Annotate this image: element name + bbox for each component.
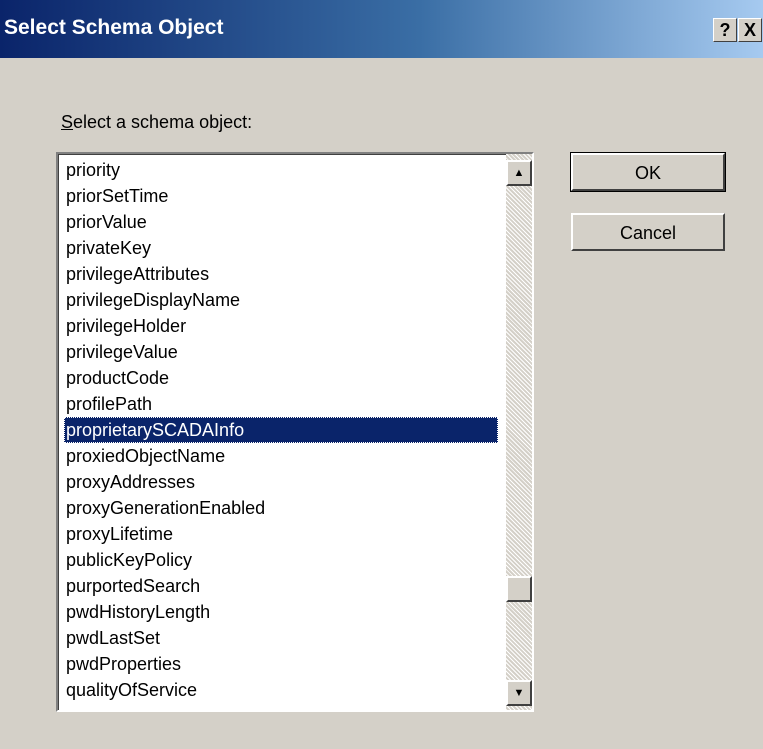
ok-button[interactable]: OK — [570, 152, 726, 192]
select-schema-label: Select a schema object: — [61, 112, 252, 133]
scroll-up-button[interactable]: ▲ — [506, 160, 532, 186]
list-item[interactable]: productCode — [64, 365, 498, 391]
list-item[interactable]: privilegeValue — [64, 339, 498, 365]
list-item[interactable]: proxyLifetime — [64, 521, 498, 547]
list-item[interactable]: publicKeyPolicy — [64, 547, 498, 573]
list-item[interactable]: privateKey — [64, 235, 498, 261]
list-item[interactable]: pwdProperties — [64, 651, 498, 677]
list-item[interactable]: qualityOfService — [64, 677, 498, 703]
label-text: elect a schema object: — [73, 112, 253, 132]
triangle-down-icon: ▼ — [513, 687, 525, 699]
help-button[interactable]: ? — [713, 18, 737, 42]
list-item[interactable]: proxiedObjectName — [64, 443, 498, 469]
scroll-down-button[interactable]: ▼ — [506, 680, 532, 706]
list-item[interactable]: priorValue — [64, 209, 498, 235]
triangle-up-icon: ▲ — [513, 167, 525, 179]
list-item[interactable]: proxyGenerationEnabled — [64, 495, 498, 521]
list-item[interactable]: pwdLastSet — [64, 625, 498, 651]
cancel-button[interactable]: Cancel — [571, 213, 725, 251]
list-item[interactable]: proxyAddresses — [64, 469, 498, 495]
title-bar[interactable]: Select Schema Object ? X — [0, 0, 763, 58]
list-item[interactable]: pwdHistoryLength — [64, 599, 498, 625]
label-mnemonic: S — [61, 112, 74, 132]
list-item[interactable]: purportedSearch — [64, 573, 498, 599]
close-button[interactable]: X — [738, 18, 762, 42]
list-item[interactable]: privilegeDisplayName — [64, 287, 498, 313]
window-title: Select Schema Object — [4, 16, 224, 39]
list-item[interactable]: privilegeHolder — [64, 313, 498, 339]
list-item[interactable]: priority — [64, 157, 498, 183]
list-item[interactable]: profilePath — [64, 391, 498, 417]
scroll-thumb[interactable] — [506, 576, 532, 602]
list-item[interactable]: priorSetTime — [64, 183, 498, 209]
schema-object-listbox[interactable]: priority priorSetTime priorValue privateKey… — [56, 152, 534, 712]
select-schema-object-dialog: Select Schema Object ? X Select a schema… — [0, 0, 763, 749]
list-item[interactable]: privilegeAttributes — [64, 261, 498, 287]
vertical-scrollbar[interactable]: ▲ ▼ — [506, 154, 532, 710]
schema-object-list: priority priorSetTime priorValue privateKey… — [64, 157, 498, 703]
list-item-selected[interactable]: proprietarySCADAInfo — [64, 417, 498, 443]
